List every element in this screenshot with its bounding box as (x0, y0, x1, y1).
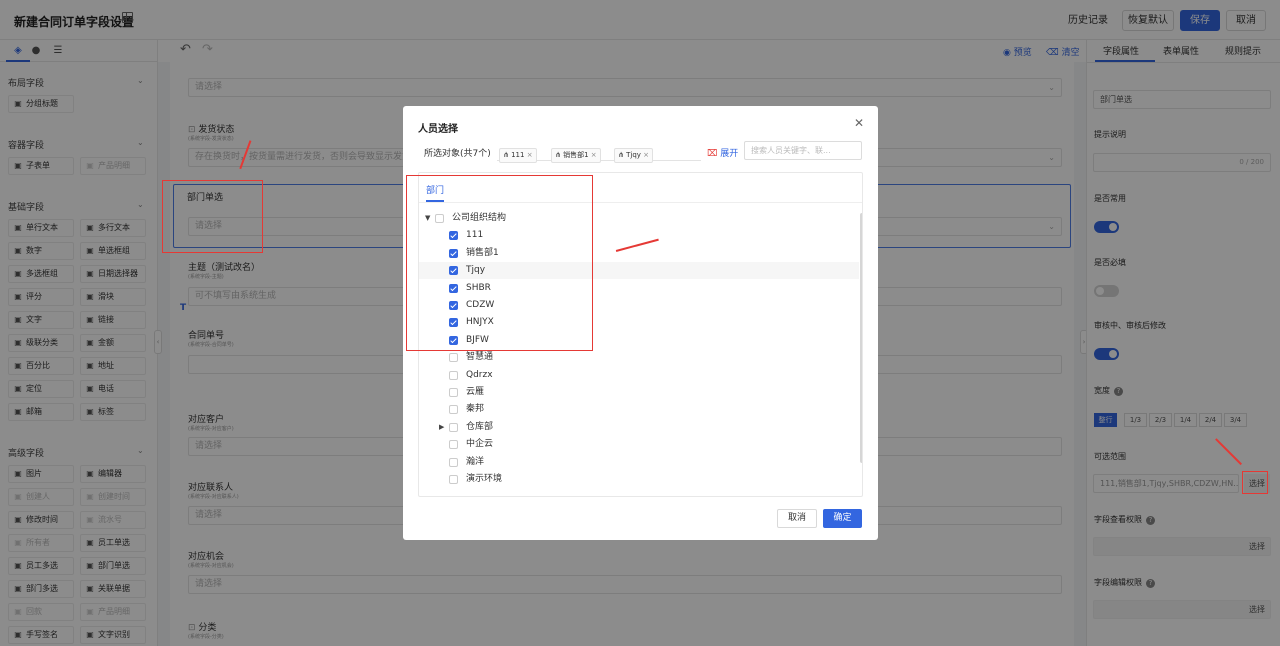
tree-node[interactable]: HNJYX (419, 314, 859, 331)
tree-node[interactable]: 瀚洋 (419, 454, 859, 471)
tree-checkbox[interactable] (449, 457, 458, 467)
tree-node-label: SHBR (466, 282, 491, 293)
tag-close-icon: × (640, 151, 649, 159)
tag-close-icon: × (524, 151, 533, 159)
tree-node[interactable]: ▼ 公司组织结构 (419, 210, 859, 227)
tree-checkbox[interactable] (449, 475, 458, 484)
tree-node[interactable]: 云雁 (419, 384, 859, 401)
tree-checkbox[interactable] (449, 231, 458, 241)
tree-node-label: 公司组织结构 (452, 213, 507, 223)
tag-close-icon: × (588, 151, 597, 159)
selected-count-label: 所选对象(共7个) (424, 149, 491, 159)
tree-node[interactable]: Qdrzx (419, 367, 859, 384)
tree-node[interactable]: 中企云 (419, 436, 859, 453)
tree-node[interactable]: ▶ 仓库部 (419, 419, 859, 436)
tree-node[interactable]: SHBR (419, 280, 859, 297)
tree-node-label: CDZW (466, 300, 495, 310)
tree-checkbox[interactable] (449, 405, 458, 415)
expand-button[interactable]: ⌧ 展开 (707, 146, 738, 159)
tree-checkbox[interactable] (449, 248, 458, 258)
tree-node-label: BJFW (466, 334, 489, 345)
selected-tag[interactable]: ⋔ 销售部1 × (551, 148, 601, 163)
tree-checkbox[interactable] (449, 335, 458, 345)
dialog-title: 人员选择 (418, 124, 458, 135)
tree-node-label: 111 (466, 230, 484, 241)
tree-node-label: Qdrzx (466, 369, 493, 380)
tree-node-label: 秦邦 (466, 404, 485, 415)
tree-checkbox[interactable] (449, 353, 458, 363)
person-search-input[interactable]: 搜索人员关键字、联... (744, 141, 862, 160)
tree-node[interactable]: Tjqy (419, 262, 859, 280)
tab-department[interactable]: 部门 (426, 183, 444, 196)
tree-node-label: 瀚洋 (466, 456, 485, 467)
dialog-confirm-button[interactable]: 确定 (823, 509, 862, 528)
tree-checkbox[interactable] (449, 440, 458, 450)
caret-right-icon[interactable]: ▶ (439, 419, 444, 436)
tree-node[interactable]: 111 (419, 227, 859, 244)
tree-node-label: 销售部1 (466, 247, 499, 258)
selected-tag[interactable]: ⋔ Tjqy × (614, 148, 653, 163)
tree-node[interactable]: 秦邦 (419, 401, 859, 418)
person-select-dialog: 人员选择 ✕ 所选对象(共7个) ⋔ 111 × ⋔ 销售部1 × ⋔ Tjqy… (403, 106, 878, 540)
tree-checkbox[interactable] (449, 370, 458, 380)
tree-scrollbar[interactable] (860, 213, 862, 463)
selected-tags[interactable]: ⋔ 111 × ⋔ 销售部1 × ⋔ Tjqy × (497, 141, 701, 163)
tree-node-label: 云雁 (466, 387, 485, 397)
tree-node-label: 演示环境 (466, 474, 503, 484)
tree-checkbox[interactable] (449, 388, 458, 397)
tab-divider (419, 202, 862, 203)
org-icon: ⋔ (555, 151, 564, 159)
tree-checkbox[interactable] (449, 266, 458, 276)
tree-node[interactable]: CDZW (419, 297, 859, 314)
department-tree-panel: 部门 ▼ 公司组织结构 111 销售部1 Tjqy SHBR CDZW HNJYX BJFW 智慧… (418, 172, 863, 497)
tree-node-label: Tjqy (466, 265, 486, 276)
tree-checkbox[interactable] (449, 318, 458, 328)
org-icon: ⋔ (503, 151, 512, 159)
tree-node[interactable]: 智慧通 (419, 349, 859, 366)
trash-icon: ⌧ (707, 149, 721, 159)
caret-down-icon[interactable]: ▼ (425, 210, 430, 227)
tree-checkbox[interactable] (449, 422, 458, 432)
tree-checkbox[interactable] (435, 214, 444, 223)
selected-tag[interactable]: ⋔ 111 × (499, 148, 537, 163)
tree-checkbox[interactable] (449, 283, 458, 293)
tree-node-label: 中企云 (466, 439, 494, 450)
tree-node-label: 智慧通 (466, 352, 494, 363)
tree-node[interactable]: BJFW (419, 332, 859, 349)
tree-checkbox[interactable] (449, 301, 458, 310)
tree-node-label: HNJYX (466, 317, 494, 328)
dialog-cancel-button[interactable]: 取消 (777, 509, 817, 528)
tree-node[interactable]: 销售部1 (419, 245, 859, 262)
close-icon[interactable]: ✕ (854, 116, 864, 130)
tree-node[interactable]: 演示环境 (419, 471, 859, 488)
org-icon: ⋔ (618, 151, 627, 159)
tree-node-label: 仓库部 (466, 421, 494, 432)
